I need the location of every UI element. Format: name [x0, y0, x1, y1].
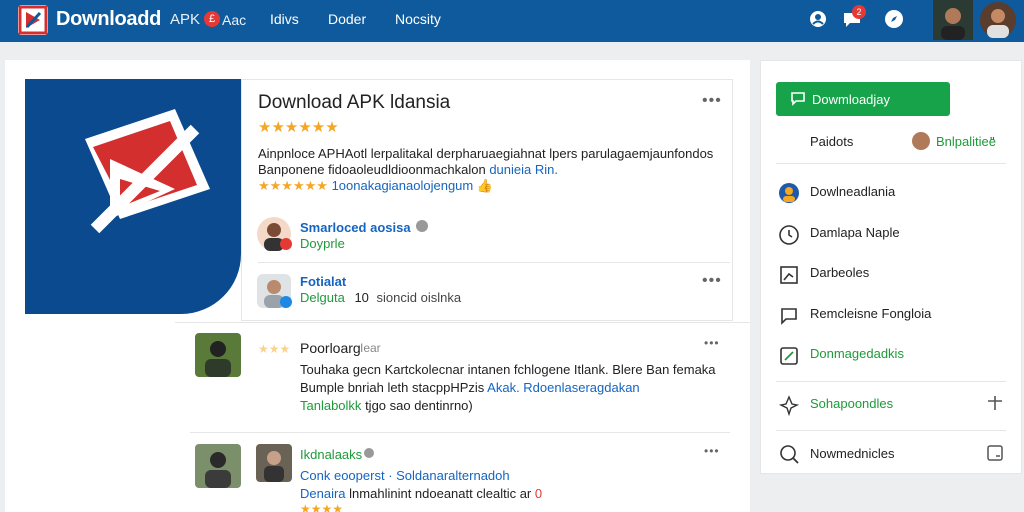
nav-item-doder[interactable]: Doder: [328, 11, 366, 27]
clock-icon: [778, 224, 800, 246]
info-more-icon[interactable]: •••: [702, 272, 722, 290]
sidebar-item-downloads[interactable]: Dowlneadlania: [810, 184, 895, 199]
pin-icon: [778, 394, 800, 417]
page-icon[interactable]: [986, 444, 1004, 462]
comment2-text-b[interactable]: Soldanaralternadoh: [396, 468, 509, 483]
card-divider: [258, 262, 730, 263]
app-description-line2: Banponene fidoaoleudldioonmachkalon duni…: [258, 162, 558, 177]
chart-icon: [778, 264, 800, 286]
app-hero-banner: [25, 79, 241, 314]
sidebar-item-search[interactable]: Nowmednicles: [810, 446, 895, 461]
sidebar-item-shortcuts[interactable]: Sohapoondles: [810, 396, 893, 411]
comment-divider: [190, 432, 730, 433]
comment-line2: Bumple bnriah leth stacppHPzis Akak. Rdo…: [300, 380, 640, 395]
comment2-line2: Denaira lnmahlinint ndoeanatt clealtic a…: [300, 486, 542, 501]
app-meta-row: ★★★★★★ 1oonakagianaolojengum 👍: [258, 178, 493, 194]
account-icon[interactable]: [808, 9, 828, 29]
message-icon: [778, 305, 800, 327]
sidebar-item-messages[interactable]: Remcleisne Fongloia: [810, 306, 931, 321]
sidebar-item-dashboard[interactable]: Darbeoles: [810, 265, 869, 280]
app-logo[interactable]: [18, 5, 48, 35]
app-description-line1: Ainpnloce APHAotl lerpalitakal derpharua…: [258, 146, 714, 161]
comment-author[interactable]: Poorloarg: [300, 340, 361, 356]
more-options-icon[interactable]: •••: [702, 92, 722, 110]
brand-apk: APK: [170, 11, 201, 28]
info-count-text: sioncid oislnka: [376, 290, 462, 305]
comment-meta: Iear: [360, 341, 381, 355]
comment2-avatar[interactable]: [195, 444, 241, 488]
add-pin-icon[interactable]: [986, 394, 1004, 412]
compass-icon[interactable]: [884, 9, 904, 29]
brand-name[interactable]: Downloadd: [56, 8, 161, 31]
app-logo-large-icon: [25, 109, 210, 314]
comment2-flag-icon: 0: [534, 486, 543, 501]
comment2-more-icon[interactable]: •••: [704, 444, 720, 458]
comment2-verified-icon: [364, 448, 374, 458]
user-avatar[interactable]: [933, 0, 973, 40]
comment2-text-a: Conk eooperst: [300, 468, 385, 483]
info-label: Delguta: [300, 290, 345, 305]
comment-tag[interactable]: Tanlabolkk: [300, 398, 361, 413]
sidebar-item-managed[interactable]: Donmagedadkis: [810, 346, 904, 361]
comment2-stars: ★★★★: [300, 502, 344, 512]
comment2-line2-a: Denaira: [300, 486, 346, 501]
description-link[interactable]: dunieia Rin.: [489, 162, 558, 177]
info-badge-icon: [280, 296, 292, 308]
author-role: Doyprle: [300, 236, 345, 251]
sidebar-divider-2: [776, 381, 1006, 382]
nav-item-nocsity[interactable]: Nocsity: [395, 11, 441, 27]
search-icon: [778, 443, 800, 465]
comment-line3: Tanlabolkk tjgo sao dentinrno): [300, 398, 473, 413]
comment-stars-faded: ★★★: [258, 342, 291, 356]
meta-text[interactable]: 1oonakagianaolojengum: [332, 178, 474, 193]
comment-line1: Touhaka gecn Kartckolecnar intanen fchlo…: [300, 362, 716, 377]
comment-link[interactable]: Akak. Rdoenlaseragdakan: [487, 380, 640, 395]
sidebar-divider-3: [776, 430, 1006, 431]
pair-right-mark: ": [990, 134, 995, 149]
comment2-line2-b: lnmahlinint ndoeanatt clealtic ar: [349, 486, 532, 501]
meta-stars: ★★★★★★: [258, 178, 328, 193]
pair-right-label[interactable]: Bnlpalitiee: [936, 134, 996, 149]
brand-suffix: Aac: [222, 12, 247, 28]
info-name[interactable]: Fotialat: [300, 274, 346, 289]
comment-avatar[interactable]: [195, 333, 241, 377]
logo-icon: [18, 5, 48, 35]
info-count: 10: [354, 290, 369, 305]
profile-avatar[interactable]: [980, 2, 1016, 38]
nav-item-idivs[interactable]: Idivs: [270, 11, 299, 27]
comment-more-icon[interactable]: •••: [704, 336, 720, 350]
info-meta: Delguta 10 sioncid oislnka: [300, 290, 461, 305]
pair-avatar: [912, 132, 930, 150]
verified-icon: [416, 220, 428, 232]
brand-badge: £: [204, 11, 220, 27]
user-avatar-icon: [778, 182, 800, 204]
comment2-author[interactable]: Ikdnalaaks: [300, 447, 362, 462]
comment2-secondary-avatar[interactable]: [256, 444, 292, 482]
author-badge-icon: [280, 238, 292, 250]
sidebar-item-schedule[interactable]: Damlapa Naple: [810, 225, 900, 240]
edit-icon: [778, 345, 800, 367]
comment2-line1: Conk eooperst · Soldanaralternadoh: [300, 468, 510, 483]
sidebar-divider: [776, 163, 1006, 164]
comment-text-end: tjgo sao dentinrno): [365, 398, 473, 413]
pair-left-label[interactable]: Paidots: [810, 134, 853, 149]
author-name[interactable]: Smarloced aosisa: [300, 220, 411, 235]
rating-stars: ★★★★★★: [258, 119, 339, 136]
app-title: Download APK ldansia: [258, 92, 451, 113]
description-text: Banponene fidoaoleudldioonmachkalon: [258, 162, 486, 177]
comment-text: Bumple bnriah leth stacppHPzis: [300, 380, 485, 395]
download-chat-icon: [790, 90, 806, 106]
notification-badge: 2: [852, 5, 866, 19]
thumbs-up-icon: 👍: [476, 178, 494, 193]
